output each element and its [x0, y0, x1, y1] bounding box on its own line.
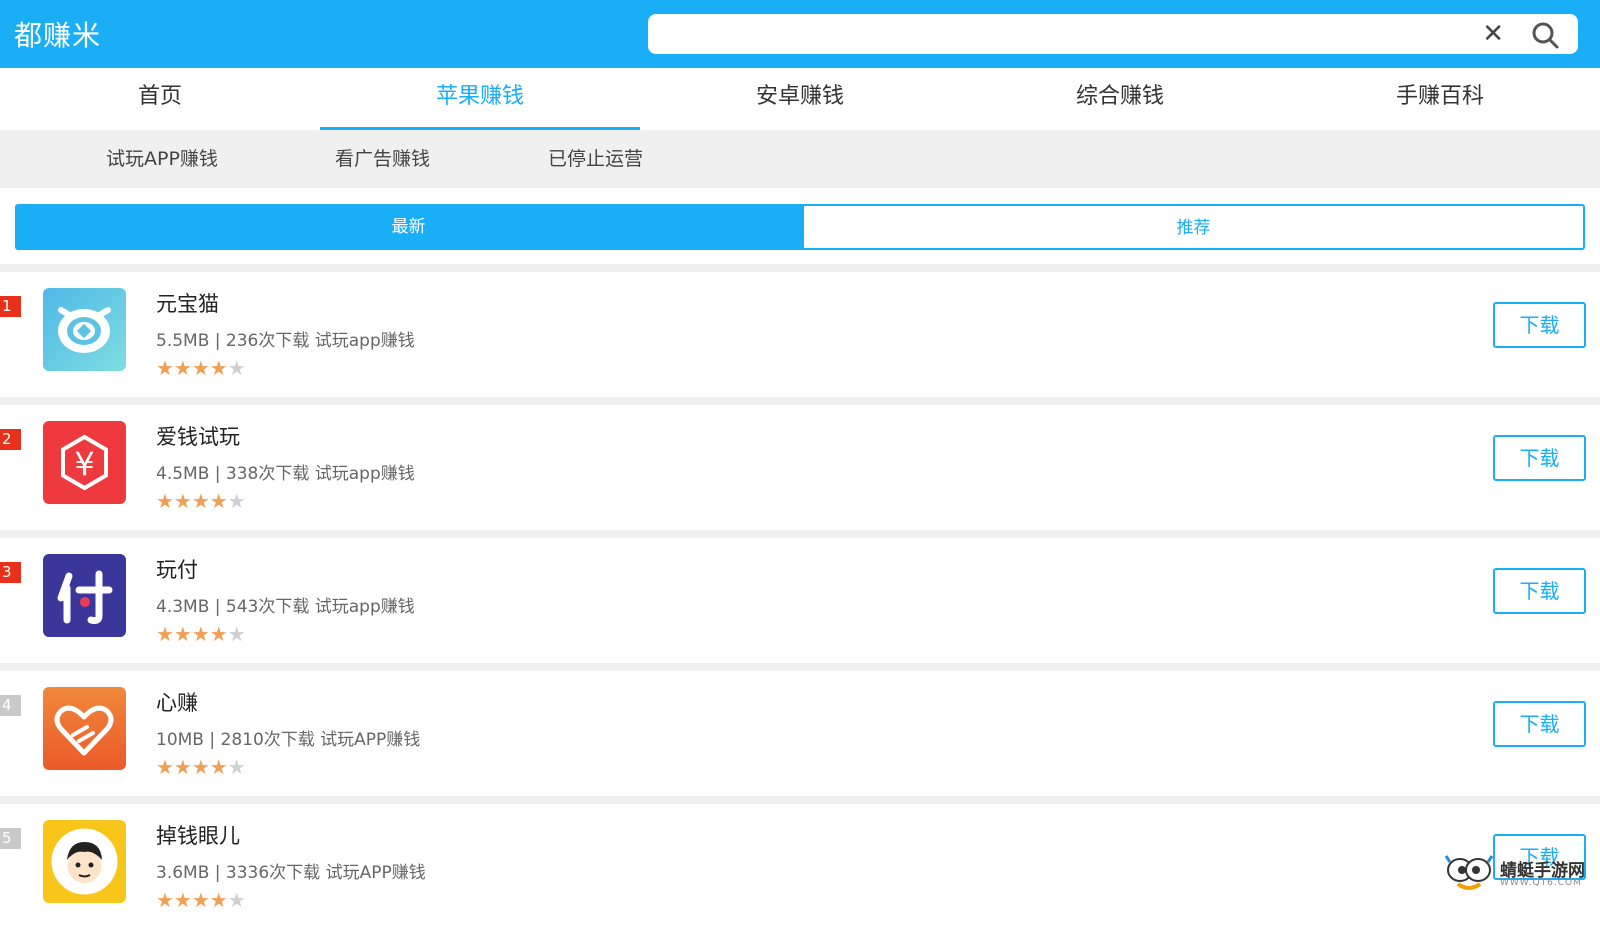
download-button[interactable]: 下载 — [1493, 435, 1586, 481]
rating-stars: ★★★★★ — [156, 622, 246, 646]
diaoqianyaner-app-icon[interactable] — [43, 820, 126, 903]
app-meta: 4.3MB | 543次下载 试玩app赚钱 — [156, 592, 415, 617]
search-input[interactable]: ✕ — [648, 14, 1578, 54]
subnav-watch-ads[interactable]: 看广告赚钱 — [335, 130, 430, 188]
rank-badge: 2 — [0, 429, 21, 450]
rank-badge: 1 — [0, 296, 21, 317]
list-item[interactable]: 1 元宝猫 5.5MB | 236次下载 试玩app赚钱 ★★★★★ 下载 — [0, 272, 1600, 397]
main-nav: 首页 苹果赚钱 安卓赚钱 综合赚钱 手赚百科 — [0, 68, 1600, 130]
list-item[interactable]: 5 掉钱眼儿 3.6MB | 3336次下载 试玩APP赚钱 ★★★★★ 下载 — [0, 804, 1600, 929]
watermark-url: WWW.QT6.COM — [1500, 878, 1582, 888]
close-icon[interactable]: ✕ — [1482, 19, 1504, 49]
wanfu-app-icon[interactable] — [43, 554, 126, 637]
list-item[interactable]: 2 ¥ 爱钱试玩 4.5MB | 338次下载 试玩app赚钱 ★★★★★ 下载 — [0, 405, 1600, 530]
aiqian-app-icon[interactable]: ¥ — [43, 421, 126, 504]
download-button[interactable]: 下载 — [1493, 568, 1586, 614]
yuanbaomao-app-icon[interactable] — [43, 288, 126, 371]
app-meta: 3.6MB | 3336次下载 试玩APP赚钱 — [156, 858, 426, 883]
app-name[interactable]: 元宝猫 — [156, 288, 219, 318]
app-list: 1 元宝猫 5.5MB | 236次下载 试玩app赚钱 ★★★★★ 下载 2 … — [0, 264, 1600, 929]
app-logo: 都赚米 — [14, 14, 101, 54]
app-meta: 4.5MB | 338次下载 试玩app赚钱 — [156, 459, 415, 484]
rating-stars: ★★★★★ — [156, 356, 246, 380]
app-meta: 5.5MB | 236次下载 试玩app赚钱 — [156, 326, 415, 351]
list-item[interactable]: 4 心赚 10MB | 2810次下载 试玩APP赚钱 ★★★★★ 下载 — [0, 671, 1600, 796]
tab-home[interactable]: 首页 — [0, 68, 320, 130]
sort-recommended-button[interactable]: 推荐 — [802, 204, 1585, 250]
site-watermark: 蜻蜓手游网 WWW.QT6.COM — [1444, 852, 1594, 896]
subnav-trial-app[interactable]: 试玩APP赚钱 — [106, 130, 218, 188]
subnav-discontinued[interactable]: 已停止运营 — [548, 130, 643, 188]
rating-stars: ★★★★★ — [156, 489, 246, 513]
tab-general-earn[interactable]: 综合赚钱 — [960, 68, 1280, 130]
sort-toggle: 最新 推荐 — [15, 204, 1585, 250]
rating-stars: ★★★★★ — [156, 888, 246, 912]
rank-badge: 5 — [0, 828, 21, 849]
tab-apple-earn[interactable]: 苹果赚钱 — [320, 68, 640, 130]
app-name[interactable]: 心赚 — [156, 687, 198, 717]
sort-latest-button[interactable]: 最新 — [15, 204, 802, 250]
download-button[interactable]: 下载 — [1493, 302, 1586, 348]
search-icon[interactable] — [1530, 20, 1560, 50]
app-name[interactable]: 爱钱试玩 — [156, 421, 240, 451]
app-meta: 10MB | 2810次下载 试玩APP赚钱 — [156, 725, 420, 750]
sub-nav: 试玩APP赚钱 看广告赚钱 已停止运营 — [0, 130, 1600, 188]
app-name[interactable]: 掉钱眼儿 — [156, 820, 240, 850]
app-name[interactable]: 玩付 — [156, 554, 198, 584]
dragonfly-logo-icon — [1444, 852, 1494, 896]
list-item[interactable]: 3 玩付 4.3MB | 543次下载 试玩app赚钱 ★★★★★ 下载 — [0, 538, 1600, 663]
download-button[interactable]: 下载 — [1493, 701, 1586, 747]
svg-text:¥: ¥ — [74, 445, 94, 483]
rank-badge: 4 — [0, 695, 21, 716]
tab-android-earn[interactable]: 安卓赚钱 — [640, 68, 960, 130]
app-header: 都赚米 ✕ — [0, 0, 1600, 68]
rating-stars: ★★★★★ — [156, 755, 246, 779]
xinzhuan-app-icon[interactable] — [43, 687, 126, 770]
tab-encyclopedia[interactable]: 手赚百科 — [1280, 68, 1600, 130]
rank-badge: 3 — [0, 562, 21, 583]
